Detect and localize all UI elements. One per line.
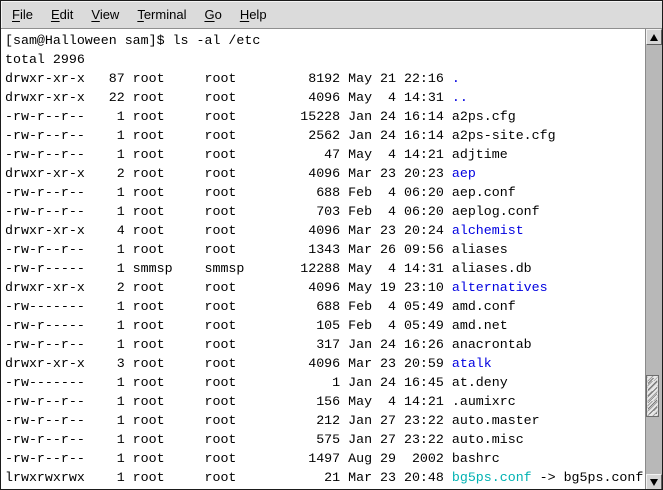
file-row: -rw-r--r-- 1 root root 15228 Jan 24 16:1… bbox=[5, 107, 645, 126]
scrollbar[interactable] bbox=[645, 29, 662, 490]
file-row: drwxr-xr-x 2 root root 4096 May 19 23:10… bbox=[5, 278, 645, 297]
file-name: . bbox=[452, 71, 460, 86]
file-row: -rw-r--r-- 1 root root 47 May 4 14:21 ad… bbox=[5, 145, 645, 164]
file-row: -rw-r--r-- 1 root root 1497 Aug 29 2002 … bbox=[5, 449, 645, 468]
total-line: total 2996 bbox=[5, 50, 645, 69]
file-name: aep bbox=[452, 166, 476, 181]
file-name: a2ps-site.cfg bbox=[452, 128, 556, 143]
menu-item-edit[interactable]: Edit bbox=[42, 1, 82, 28]
file-row: -rw-r--r-- 1 root root 317 Jan 24 16:26 … bbox=[5, 335, 645, 354]
file-name: atalk bbox=[452, 356, 492, 371]
file-row: -rw-r--r-- 1 root root 156 May 4 14:21 .… bbox=[5, 392, 645, 411]
file-name: aliases bbox=[452, 242, 508, 257]
file-name: auto.misc bbox=[452, 432, 524, 447]
file-name: amd.conf bbox=[452, 299, 516, 314]
terminal-screen[interactable]: [sam@Halloween sam]$ ls -al /etc total 2… bbox=[1, 29, 645, 490]
menu-item-help[interactable]: Help bbox=[231, 1, 276, 28]
file-name: anacrontab bbox=[452, 337, 532, 352]
file-row: -rw-r--r-- 1 root root 575 Jan 27 23:22 … bbox=[5, 430, 645, 449]
file-name: auto.master bbox=[452, 413, 540, 428]
file-row: lrwxrwxrwx 1 root root 21 Mar 23 20:48 b… bbox=[5, 468, 645, 487]
file-row: drwxr-xr-x 4 root root 4096 Mar 23 20:24… bbox=[5, 221, 645, 240]
file-row: -rw------- 1 root root 688 Feb 4 05:49 a… bbox=[5, 297, 645, 316]
file-row: -rw-r--r-- 1 root root 703 Feb 4 06:20 a… bbox=[5, 202, 645, 221]
file-name: bg5ps.conf bbox=[452, 470, 532, 485]
file-name: .. bbox=[452, 90, 468, 105]
file-row: drwxr-xr-x 22 root root 4096 May 4 14:31… bbox=[5, 88, 645, 107]
scroll-down-button[interactable] bbox=[646, 474, 662, 490]
file-name: amd.net bbox=[452, 318, 508, 333]
file-row: drwxr-xr-x 3 root root 4096 Mar 23 20:59… bbox=[5, 354, 645, 373]
file-row: -rw-r--r-- 1 root root 1343 Mar 26 09:56… bbox=[5, 240, 645, 259]
prompt-line: [sam@Halloween sam]$ ls -al /etc bbox=[5, 31, 645, 50]
file-name: .aumixrc bbox=[452, 394, 516, 409]
file-row: -rw-r--r-- 1 root root 688 Feb 4 06:20 a… bbox=[5, 183, 645, 202]
file-row: drwxr-xr-x 87 root root 8192 May 21 22:1… bbox=[5, 69, 645, 88]
file-name: aeplog.conf bbox=[452, 204, 540, 219]
down-arrow-icon bbox=[650, 479, 658, 486]
menu-bar: File Edit View Terminal Go Help bbox=[1, 1, 662, 29]
file-name: bashrc bbox=[452, 451, 500, 466]
file-row: -rw-r--r-- 1 root root 2562 Jan 24 16:14… bbox=[5, 126, 645, 145]
menu-item-view[interactable]: View bbox=[82, 1, 128, 28]
scrollbar-trough[interactable] bbox=[646, 45, 662, 474]
menu-item-terminal[interactable]: Terminal bbox=[128, 1, 195, 28]
menu-item-file[interactable]: File bbox=[3, 1, 42, 28]
file-name: alchemist bbox=[452, 223, 524, 238]
terminal-window: File Edit View Terminal Go Help [sam@Hal… bbox=[0, 0, 663, 490]
file-name: at.deny bbox=[452, 375, 508, 390]
file-row: -rw-r--r-- 1 root root 212 Jan 27 23:22 … bbox=[5, 411, 645, 430]
file-row: -rw-r----- 1 smmsp smmsp 12288 May 4 14:… bbox=[5, 259, 645, 278]
file-name: a2ps.cfg bbox=[452, 109, 516, 124]
file-name: aep.conf bbox=[452, 185, 516, 200]
scrollbar-thumb[interactable] bbox=[646, 375, 659, 417]
menu-item-go[interactable]: Go bbox=[195, 1, 230, 28]
file-row: drwxr-xr-x 2 root root 4096 Mar 23 20:23… bbox=[5, 164, 645, 183]
terminal-output: drwxr-xr-x 87 root root 8192 May 21 22:1… bbox=[5, 69, 645, 487]
file-name: alternatives bbox=[452, 280, 548, 295]
file-name: adjtime bbox=[452, 147, 508, 162]
file-name: aliases.db bbox=[452, 261, 532, 276]
file-row: -rw-r----- 1 root root 105 Feb 4 05:49 a… bbox=[5, 316, 645, 335]
file-row: -rw------- 1 root root 1 Jan 24 16:45 at… bbox=[5, 373, 645, 392]
scroll-up-button[interactable] bbox=[646, 29, 662, 45]
up-arrow-icon bbox=[650, 34, 658, 41]
